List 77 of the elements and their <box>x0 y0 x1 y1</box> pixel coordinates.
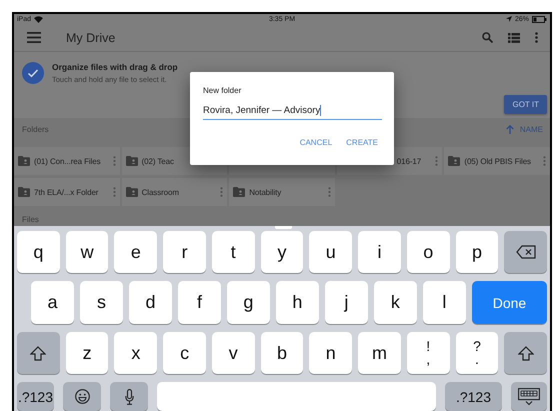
folder-tile[interactable]: Notability <box>229 178 335 206</box>
shared-folder-icon <box>233 187 246 197</box>
shared-folder-icon <box>18 156 30 166</box>
shift-icon <box>518 346 534 361</box>
letter-key[interactable]: p <box>456 231 498 274</box>
letter-key[interactable]: d <box>128 281 172 324</box>
emoji-key[interactable] <box>63 382 101 411</box>
punctuation-key[interactable]: ! , <box>406 332 450 374</box>
letter-key[interactable]: e <box>114 231 158 274</box>
letter-key[interactable]: n <box>309 332 352 374</box>
check-icon <box>22 62 44 84</box>
folder-name: (05) Old PBIS Files <box>464 156 531 166</box>
dialog-title: New folder <box>203 86 242 95</box>
wifi-icon <box>34 16 44 22</box>
folder-name: (02) Teac <box>142 156 174 166</box>
files-heading: Files <box>22 215 39 224</box>
letter-key[interactable]: x <box>114 332 158 374</box>
shift-icon <box>30 346 46 361</box>
shared-folder-icon <box>126 156 138 166</box>
hide-keyboard-icon <box>518 388 540 406</box>
shift-key[interactable] <box>17 332 60 374</box>
folders-heading: Folders <box>22 124 49 134</box>
folder-name: 7th ELA/...x Folder <box>34 188 98 196</box>
done-key[interactable]: Done <box>472 281 548 324</box>
letter-key[interactable]: k <box>374 281 417 324</box>
folder-name: (01) Con...rea Files <box>34 156 100 166</box>
microphone-icon <box>124 388 134 405</box>
letter-key[interactable]: o <box>406 231 450 274</box>
numbers-key[interactable]: .?123 <box>17 382 54 411</box>
backspace-key[interactable] <box>504 231 548 274</box>
letter-key[interactable]: a <box>31 281 74 324</box>
letter-key[interactable]: r <box>163 231 206 274</box>
letter-key[interactable]: c <box>163 332 206 374</box>
letter-key[interactable]: h <box>276 281 319 324</box>
letter-key[interactable]: l <box>422 281 466 324</box>
search-icon[interactable] <box>482 32 493 43</box>
folder-tile[interactable]: 7th ELA/...x Folder <box>14 178 120 206</box>
microphone-key[interactable] <box>110 382 148 411</box>
numbers-key[interactable]: .?123 <box>445 382 502 411</box>
folder-name: 016-17 <box>396 156 422 166</box>
letter-key[interactable]: t <box>212 231 255 274</box>
folder-tile[interactable]: (01) Con...rea Files <box>14 147 120 175</box>
punctuation-key[interactable]: ? . <box>456 332 498 374</box>
folder-name-field[interactable]: Rovira, Jennifer — Advisory <box>203 105 382 120</box>
app-title: My Drive <box>66 30 116 44</box>
folder-tile[interactable]: (05) Old PBIS Files <box>444 147 550 175</box>
letter-key[interactable]: j <box>324 281 368 324</box>
letter-key[interactable]: u <box>309 231 352 274</box>
letter-key[interactable]: w <box>66 231 108 274</box>
backspace-icon <box>516 245 536 260</box>
shared-folder-icon <box>18 187 30 197</box>
letter-key[interactable]: i <box>358 231 401 274</box>
keyboard-handle <box>275 226 292 229</box>
letter-key[interactable]: v <box>212 332 255 374</box>
letter-key[interactable]: m <box>358 332 401 374</box>
menu-icon[interactable] <box>27 32 41 43</box>
letter-key[interactable]: f <box>178 281 221 324</box>
banner-title: Organize files with drag & drop <box>52 62 178 72</box>
letter-key[interactable]: s <box>80 281 123 324</box>
hide-keyboard-key[interactable] <box>511 382 547 411</box>
folder-name: Notability <box>249 188 282 196</box>
shared-folder-icon <box>448 156 460 166</box>
folder-name: Classroom <box>142 188 179 196</box>
got-it-button[interactable]: GOT IT <box>504 95 547 114</box>
letter-key[interactable]: z <box>66 332 108 374</box>
more-options-icon[interactable] <box>535 32 538 43</box>
battery-icon <box>532 16 548 22</box>
shared-folder-icon <box>126 187 138 197</box>
folder-tile[interactable]: Classroom <box>122 178 228 206</box>
letter-key[interactable]: b <box>260 332 304 374</box>
location-arrow-icon <box>506 16 512 22</box>
list-view-icon[interactable] <box>508 32 520 42</box>
letter-key[interactable]: y <box>260 231 304 274</box>
smiley-icon <box>74 389 90 404</box>
shift-key[interactable] <box>504 332 548 374</box>
letter-key[interactable]: g <box>226 281 270 324</box>
letter-key[interactable]: q <box>17 231 60 274</box>
